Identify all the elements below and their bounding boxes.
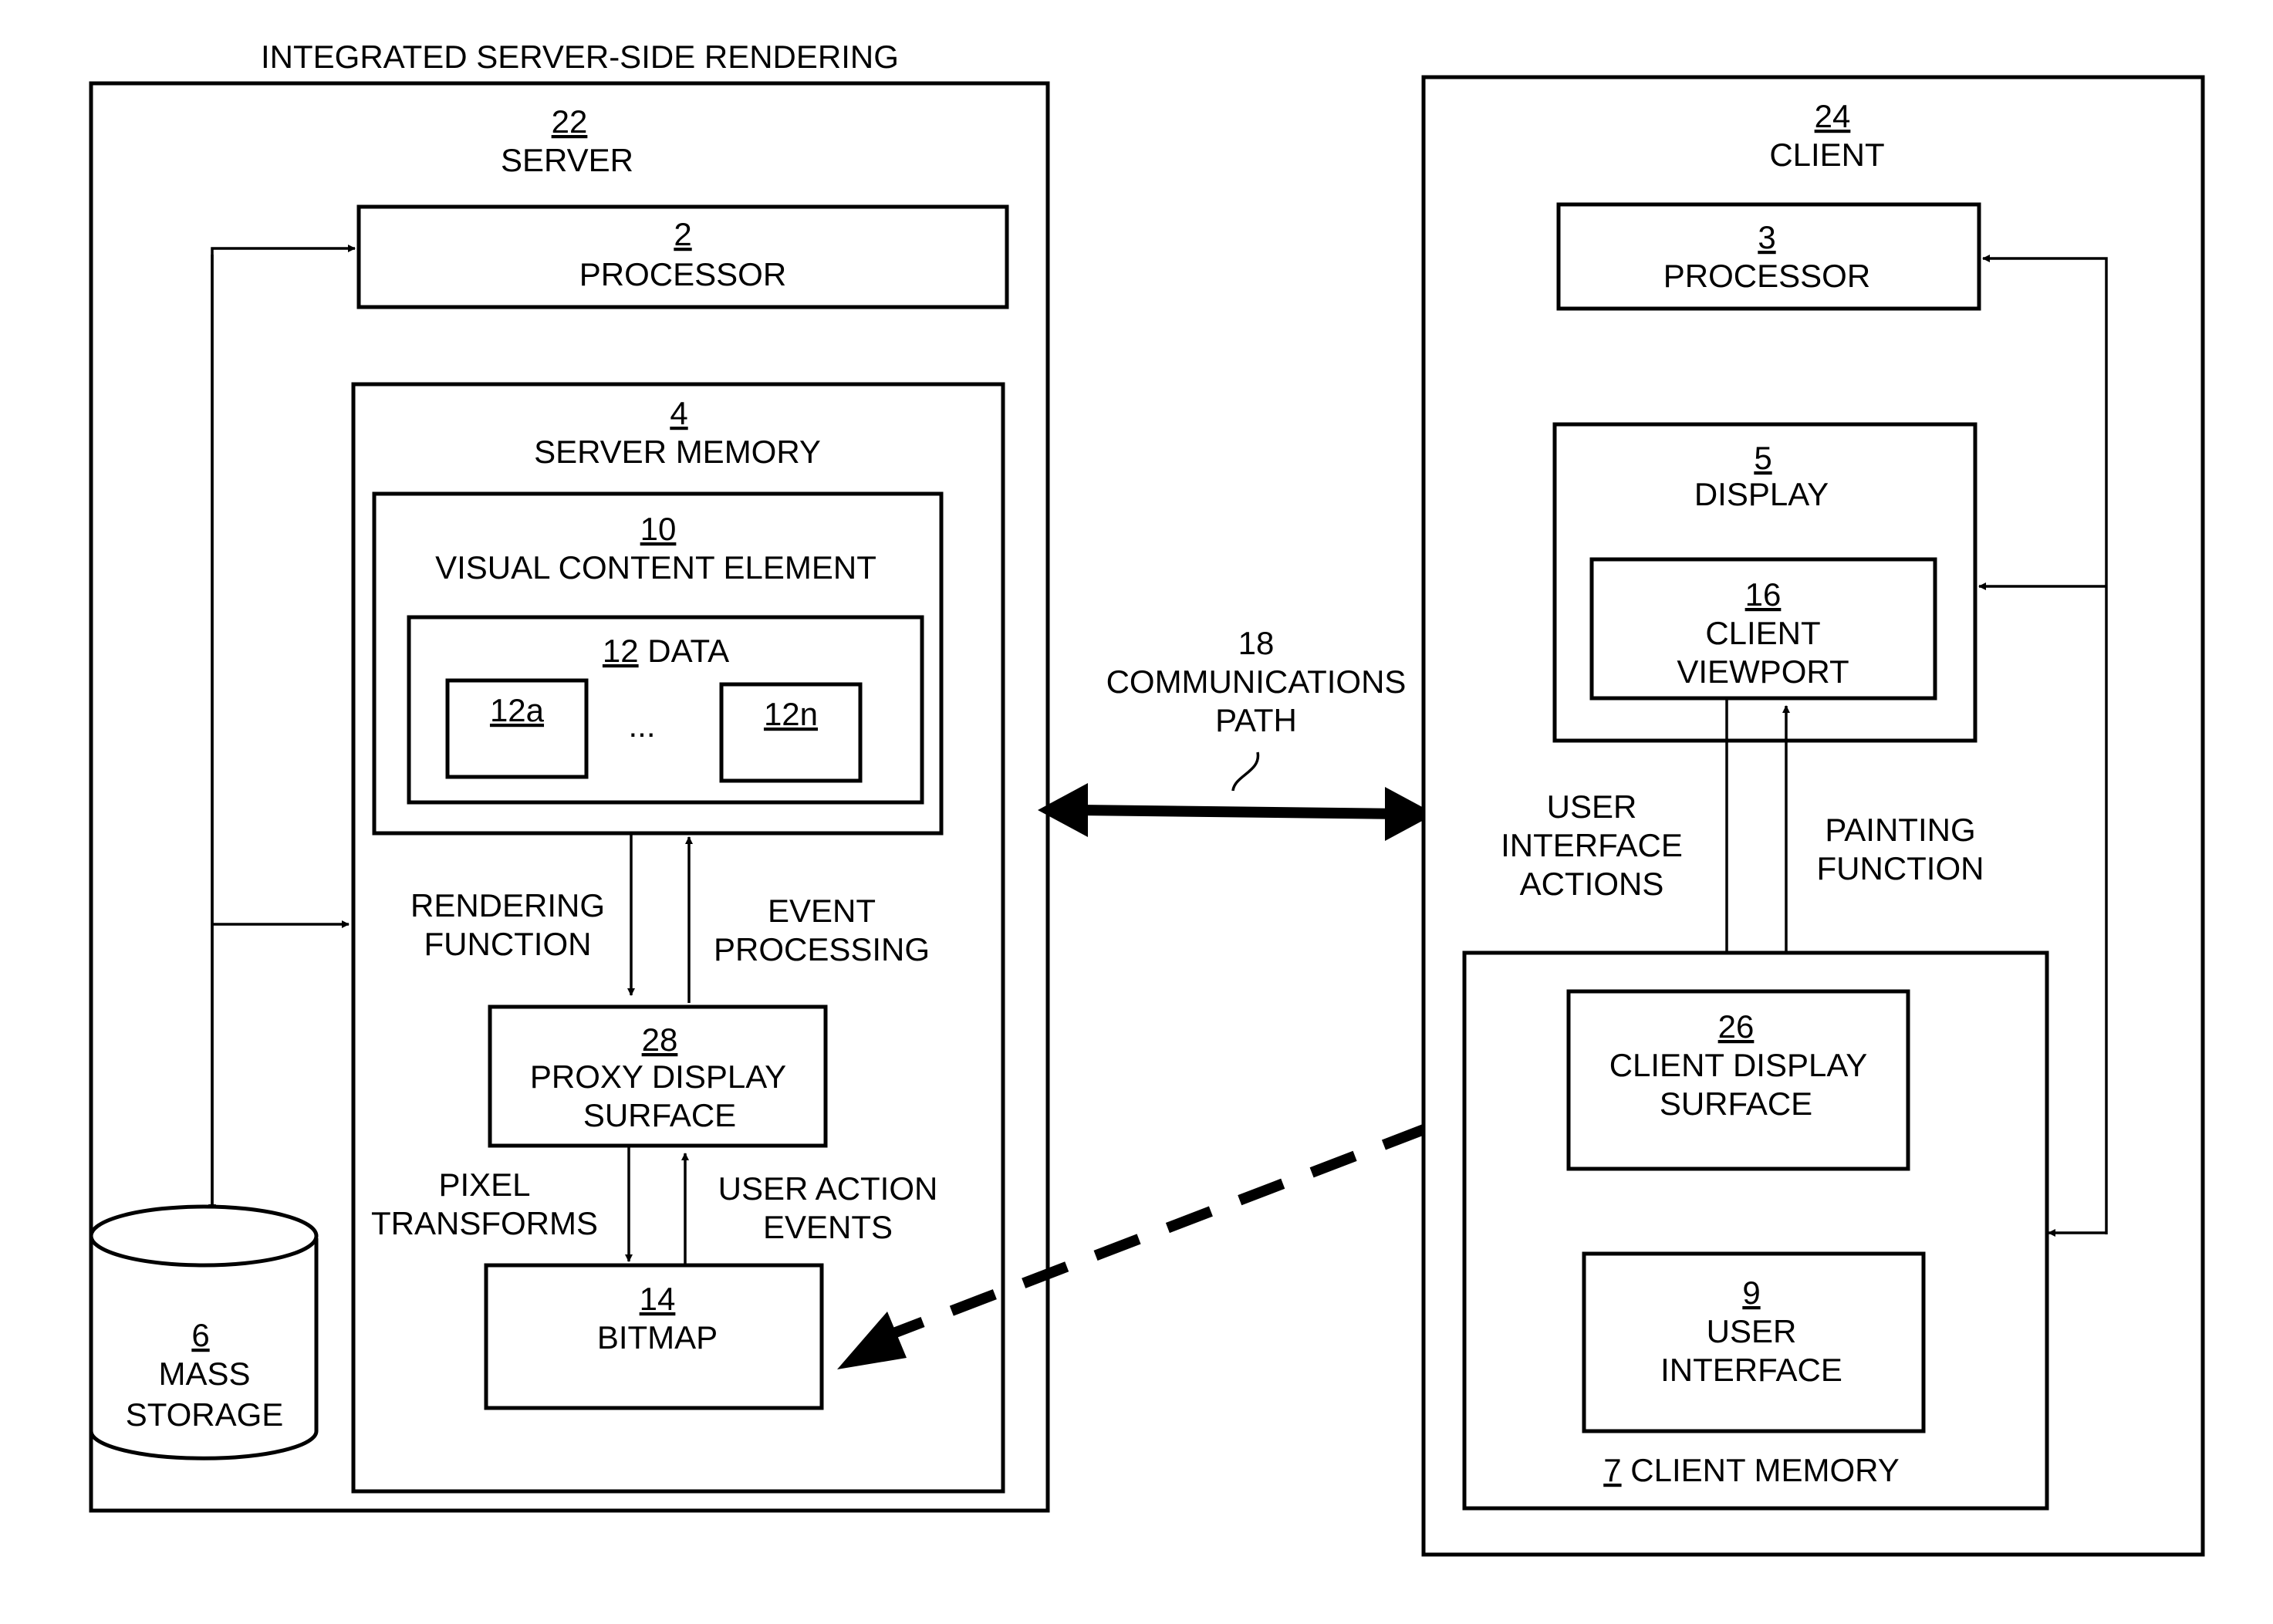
client-memory-label: 7 CLIENT MEMORY <box>1603 1452 1900 1488</box>
rendering-function-label-1: RENDERING <box>410 887 605 923</box>
data-item-12a-label: 12a <box>490 692 545 728</box>
cds-label-2: SURFACE <box>1660 1085 1812 1122</box>
display-ref: 5 <box>1754 440 1771 476</box>
ui-label-1: USER <box>1707 1313 1797 1349</box>
viewport-label-2: VIEWPORT <box>1677 653 1849 690</box>
vce-label: VISUAL CONTENT ELEMENT <box>435 549 876 586</box>
pixel-transforms-label-1: PIXEL <box>438 1167 530 1203</box>
client-processor-label: PROCESSOR <box>1663 258 1870 294</box>
pixel-transforms-label-2: TRANSFORMS <box>371 1205 598 1241</box>
server-processor-label: PROCESSOR <box>579 256 786 292</box>
ui-actions-label-3: ACTIONS <box>1520 866 1664 902</box>
client-label: CLIENT <box>1769 137 1884 173</box>
bitmap-label: BITMAP <box>597 1319 718 1356</box>
comm-path-ref: 18 <box>1238 625 1275 661</box>
display-label: DISPLAY <box>1694 476 1829 512</box>
viewport-label-1: CLIENT <box>1705 615 1820 651</box>
data-ellipsis: ... <box>628 707 655 744</box>
proxy-label-1: PROXY DISPLAY <box>530 1058 786 1095</box>
data-item-12n-label: 12n <box>764 696 818 732</box>
server-memory-label: SERVER MEMORY <box>534 434 821 470</box>
comm-path-label-2: PATH <box>1215 702 1297 738</box>
painting-function-label-2: FUNCTION <box>1817 850 1984 886</box>
comm-path-label-1: COMMUNICATIONS <box>1106 663 1407 700</box>
cds-ref: 26 <box>1718 1008 1755 1045</box>
painting-function-label-1: PAINTING <box>1825 812 1975 848</box>
viewport-ref: 16 <box>1745 576 1782 613</box>
data-label: 12 DATA <box>603 633 729 669</box>
event-processing-label-2: PROCESSING <box>714 931 930 967</box>
event-processing-label-1: EVENT <box>768 893 876 929</box>
server-ref: 22 <box>552 103 588 140</box>
server-processor-ref: 2 <box>674 216 691 252</box>
mass-storage-ref: 6 <box>191 1317 209 1353</box>
user-action-events-label-2: EVENTS <box>763 1209 893 1245</box>
ui-actions-label-1: USER <box>1547 788 1637 825</box>
cds-label-1: CLIENT DISPLAY <box>1609 1047 1868 1083</box>
diagram: INTEGRATED SERVER-SIDE RENDERING 22 SERV… <box>89 39 2205 1557</box>
mass-storage-label-2: STORAGE <box>126 1396 284 1433</box>
comm-path-leader <box>1231 751 1260 792</box>
client-ref: 24 <box>1815 98 1851 134</box>
rendering-function-label-2: FUNCTION <box>424 926 592 962</box>
ui-label-2: INTERFACE <box>1660 1352 1842 1388</box>
client-processor-ref: 3 <box>1758 219 1775 255</box>
server-memory-ref: 4 <box>670 395 687 431</box>
bitmap-ref: 14 <box>640 1281 676 1317</box>
vce-ref: 10 <box>640 511 677 547</box>
ui-actions-label-2: INTERFACE <box>1501 827 1683 863</box>
mass-storage-label-1: MASS <box>158 1356 250 1392</box>
proxy-label-2: SURFACE <box>583 1097 736 1133</box>
comm-path-double-arrow <box>1038 783 1435 841</box>
page-title: INTEGRATED SERVER-SIDE RENDERING <box>261 39 899 75</box>
server-label: SERVER <box>501 142 633 178</box>
ui-ref: 9 <box>1742 1275 1760 1311</box>
user-action-events-label-1: USER ACTION <box>718 1170 938 1207</box>
proxy-ref: 28 <box>642 1021 678 1058</box>
